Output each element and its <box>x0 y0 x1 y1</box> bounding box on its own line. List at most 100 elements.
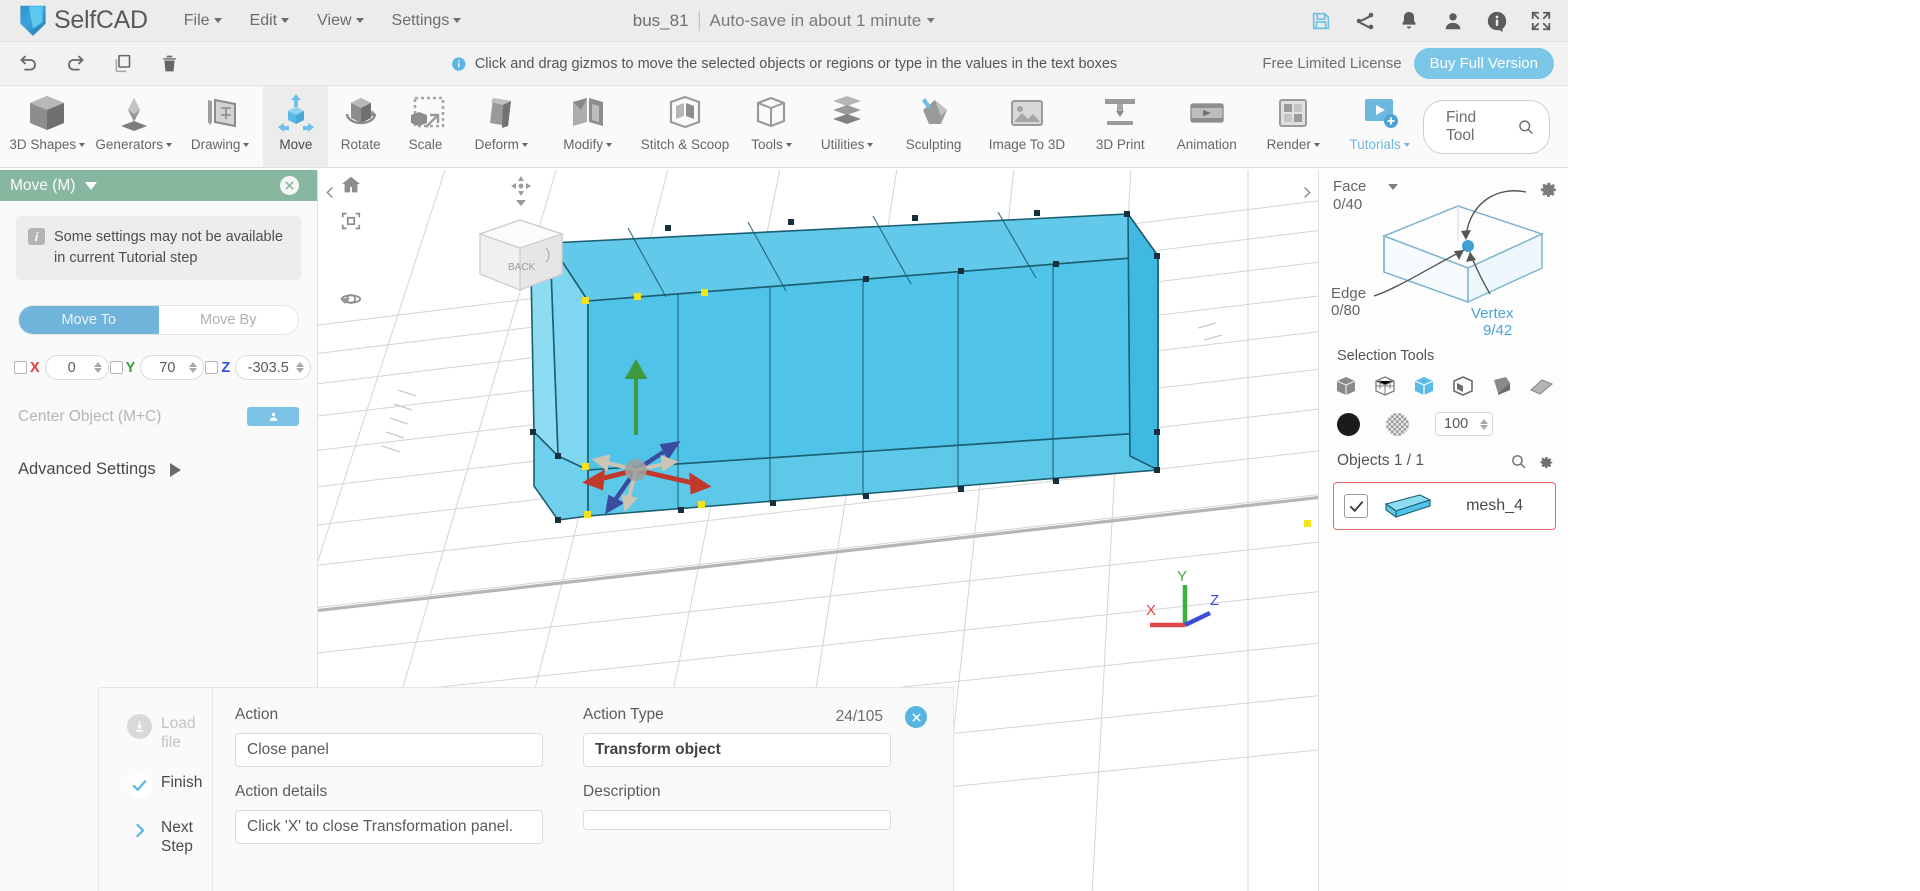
axis-y-stepper[interactable] <box>140 355 205 381</box>
select-solid-tool[interactable] <box>1450 374 1476 398</box>
view-cube[interactable]: BACK <box>468 174 574 309</box>
select-wireframe-tool[interactable] <box>1372 374 1398 398</box>
delete-icon[interactable] <box>159 53 180 74</box>
axis-y-input[interactable] <box>149 359 186 376</box>
copy-icon[interactable] <box>112 53 133 74</box>
spin-up-icon[interactable] <box>296 362 305 368</box>
chevron-down-icon[interactable] <box>516 200 526 206</box>
tool-ribbon: 3D Shapes Generators Drawing Move Rotate… <box>0 86 1568 168</box>
undo-icon[interactable] <box>18 53 39 74</box>
opacity-stepper[interactable] <box>1435 412 1493 436</box>
axis-y-spin-buttons[interactable] <box>185 362 201 374</box>
menu-file[interactable]: File <box>170 6 236 36</box>
opacity-spin-buttons[interactable] <box>1476 418 1492 430</box>
ribbon-item-sculpting[interactable]: Sculpting <box>890 86 976 167</box>
spin-down-icon[interactable] <box>93 368 102 374</box>
find-tool-search[interactable]: Find Tool <box>1422 99 1550 154</box>
ribbon-item-scale[interactable]: Scale <box>393 86 458 167</box>
axis-x-spin-buttons[interactable] <box>90 362 106 374</box>
download-icon <box>127 714 152 739</box>
ribbon-item-render[interactable]: Render <box>1250 86 1336 167</box>
ribbon-item-move[interactable]: Move <box>263 86 329 167</box>
list-item[interactable]: mesh_4 <box>1333 482 1556 530</box>
ribbon-item-tutorials[interactable]: Tutorials <box>1336 86 1422 167</box>
tutorial-step-next[interactable]: Next Step <box>127 818 212 857</box>
opacity-input[interactable] <box>1444 416 1476 432</box>
ribbon-item-generators[interactable]: Generators <box>90 86 176 167</box>
ribbon-item-deform[interactable]: Deform <box>458 86 544 167</box>
action-details-field[interactable]: Click 'X' to close Transformation panel. <box>235 810 543 844</box>
fullscreen-icon[interactable] <box>1530 10 1552 32</box>
ribbon-item-animation[interactable]: Animation <box>1164 86 1250 167</box>
axis-z-input[interactable] <box>244 359 293 376</box>
brand-logo[interactable]: SelfCAD <box>0 5 148 37</box>
axis-x-stepper[interactable] <box>44 355 109 381</box>
axis-y-checkbox[interactable] <box>109 361 123 375</box>
axis-z-stepper[interactable] <box>235 355 312 381</box>
viewport-next-button[interactable] <box>1297 178 1315 206</box>
object-visibility-checkbox[interactable] <box>1344 494 1368 518</box>
chevron-down-icon[interactable] <box>340 298 350 304</box>
ribbon-item-modify[interactable]: Modify <box>544 86 630 167</box>
buy-full-version-button[interactable]: Buy Full Version <box>1413 48 1554 79</box>
home-icon[interactable] <box>340 174 362 196</box>
color-swatch[interactable] <box>1337 412 1360 436</box>
ribbon-item-drawing[interactable]: Drawing <box>177 86 263 167</box>
ribbon-item-3d-print[interactable]: 3D Print <box>1077 86 1163 167</box>
viewport-prev-button[interactable] <box>321 178 339 206</box>
ribbon-label: 3D Shapes <box>9 138 86 152</box>
tutorial-step-finish[interactable]: Finish <box>127 772 212 798</box>
autosave-status[interactable]: Auto-save in about 1 minute <box>710 11 936 31</box>
ribbon-item-3d-shapes[interactable]: 3D Shapes <box>4 86 90 167</box>
action-field[interactable]: Close panel <box>235 733 543 767</box>
ribbon-item-stitch-and-scoop[interactable]: Stitch & Scoop <box>631 86 739 167</box>
info-icon[interactable] <box>1486 10 1508 32</box>
ribbon-item-tools[interactable]: Tools <box>739 86 804 167</box>
gear-icon[interactable] <box>1537 453 1554 470</box>
tutorial-close-button[interactable] <box>905 706 927 728</box>
ribbon-item-image-to-3d[interactable]: Image To 3D <box>977 86 1077 167</box>
select-face-tool[interactable] <box>1489 374 1515 398</box>
save-icon[interactable] <box>1310 10 1332 32</box>
axis-z-spin-buttons[interactable] <box>292 362 308 374</box>
menu-edit[interactable]: Edit <box>236 6 304 36</box>
frame-selection-icon[interactable] <box>340 210 362 232</box>
select-vertex-tool[interactable] <box>1411 374 1437 398</box>
texture-swatch[interactable] <box>1386 412 1409 436</box>
axis-x-input[interactable] <box>53 359 90 376</box>
chevron-down-icon[interactable] <box>85 181 98 190</box>
axis-x-checkbox[interactable] <box>14 361 27 375</box>
select-box-tool[interactable] <box>1333 374 1359 398</box>
spin-down-icon[interactable] <box>1480 424 1488 430</box>
action-type-field[interactable]: Transform object <box>583 733 891 767</box>
deform-icon <box>478 90 524 136</box>
spin-up-icon[interactable] <box>93 362 102 368</box>
view-cube-shape[interactable]: BACK <box>468 212 574 304</box>
menu-view[interactable]: View <box>303 6 377 36</box>
ribbon-item-utilities[interactable]: Utilities <box>804 86 890 167</box>
advanced-settings-toggle[interactable]: Advanced Settings <box>18 460 299 479</box>
center-object-button[interactable] <box>247 407 299 427</box>
ribbon-item-rotate[interactable]: Rotate <box>328 86 393 167</box>
spin-down-icon[interactable] <box>189 368 198 374</box>
tutorial-step-load-file[interactable]: Load file <box>127 714 212 753</box>
description-field[interactable] <box>583 810 891 830</box>
spin-up-icon[interactable] <box>189 362 198 368</box>
move-to-tab[interactable]: Move To <box>19 306 159 335</box>
redo-icon[interactable] <box>65 53 86 74</box>
account-icon[interactable] <box>1442 10 1464 32</box>
close-panel-button[interactable] <box>280 176 299 195</box>
select-plane-tool[interactable] <box>1528 374 1554 398</box>
spin-up-icon[interactable] <box>1480 418 1488 424</box>
notifications-icon[interactable] <box>1398 10 1420 32</box>
view-cube-compass[interactable] <box>468 174 574 198</box>
move-by-tab[interactable]: Move By <box>158 306 298 335</box>
menu-settings[interactable]: Settings <box>378 6 476 36</box>
chevron-right-glyph <box>136 823 145 837</box>
search-icon[interactable] <box>1510 453 1527 470</box>
chevron-down-icon <box>355 18 364 23</box>
axis-z-checkbox[interactable] <box>205 361 219 375</box>
share-icon[interactable] <box>1354 10 1376 32</box>
spin-down-icon[interactable] <box>296 368 305 374</box>
image-to-3d-icon <box>1004 90 1050 136</box>
